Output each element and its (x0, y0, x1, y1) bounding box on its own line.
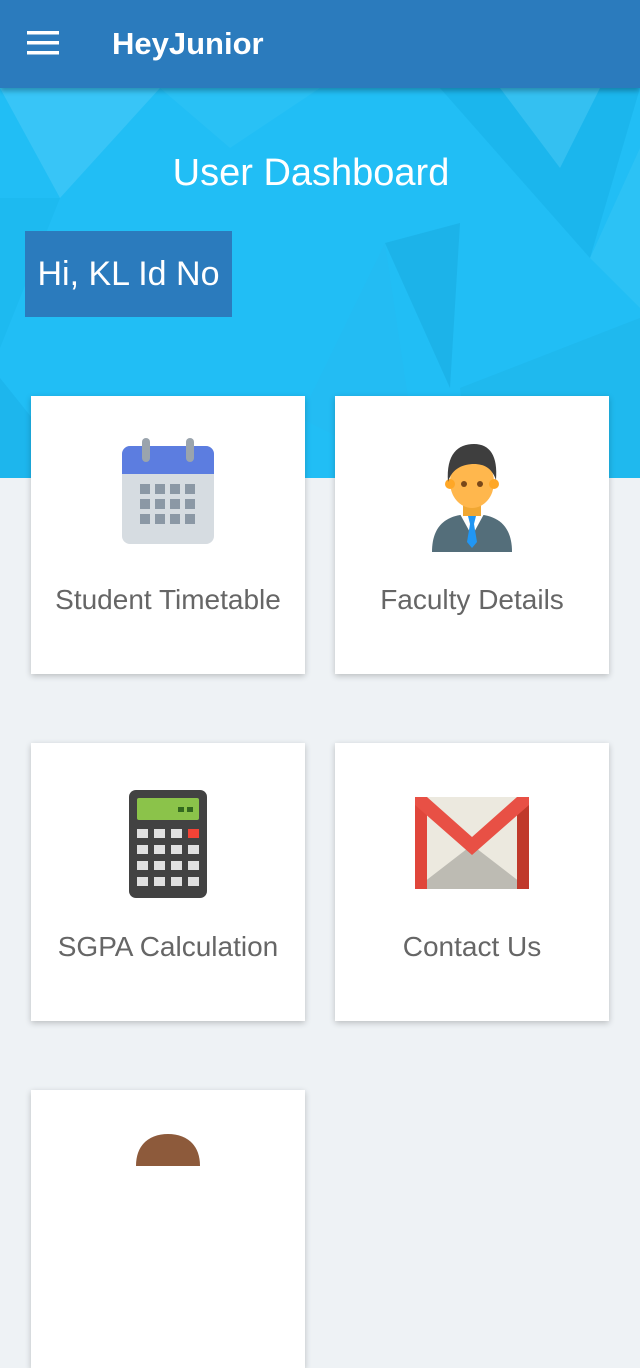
faculty-details-card[interactable]: Faculty Details (335, 396, 609, 674)
profile-person-icon (136, 1134, 200, 1166)
hamburger-menu-icon (27, 31, 59, 55)
calendar-icon (122, 438, 214, 544)
sgpa-calculation-card[interactable]: SGPA Calculation (31, 743, 305, 1021)
calculator-icon (129, 790, 207, 898)
card-label: SGPA Calculation (57, 931, 279, 962)
faculty-person-icon (432, 444, 512, 552)
gmail-icon (415, 797, 529, 889)
card-label: Faculty Details (380, 584, 564, 615)
app-bar: HeyJunior (0, 0, 640, 88)
profile-card[interactable] (31, 1090, 305, 1368)
dashboard-title: User Dashboard (172, 152, 450, 194)
menu-button[interactable] (22, 22, 64, 64)
contact-us-card[interactable]: Contact Us (335, 743, 609, 1021)
card-label: Contact Us (402, 931, 542, 962)
student-timetable-card[interactable]: Student Timetable (31, 396, 305, 674)
greeting-badge: Hi, KL Id No (25, 231, 232, 317)
card-label: Student Timetable (55, 584, 281, 615)
app-title: HeyJunior (112, 26, 264, 61)
